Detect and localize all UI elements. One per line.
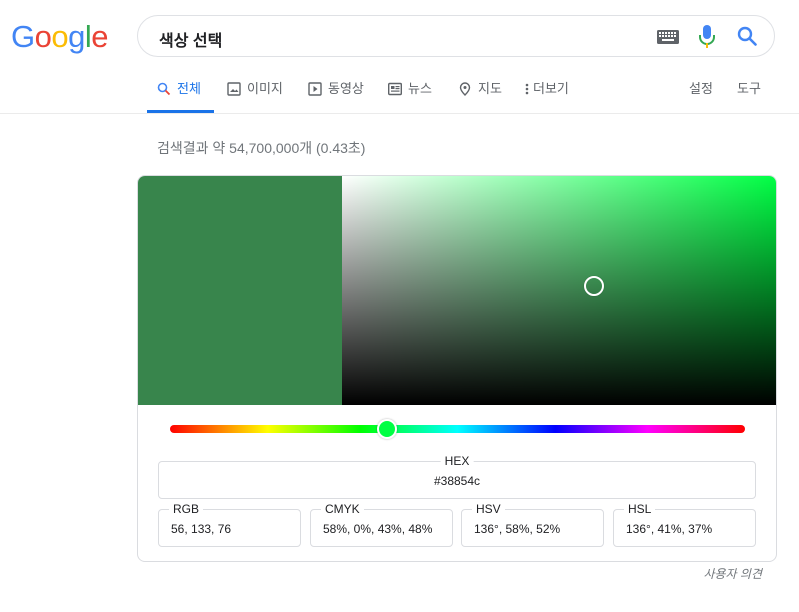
tab-label: 지도 bbox=[478, 81, 502, 96]
color-picker-card: HEX #38854c RGB 56, 133, 76 CMYK 58%, 0%… bbox=[137, 175, 777, 562]
result-stats: 검색결과 약 54,700,000개 (0.43초) bbox=[157, 140, 366, 156]
cmyk-input[interactable]: 58%, 0%, 43%, 48% bbox=[323, 522, 432, 536]
mic-icon[interactable] bbox=[699, 25, 715, 49]
value-gradient bbox=[342, 176, 776, 405]
tab-label: 더보기 bbox=[533, 81, 569, 96]
header-divider bbox=[0, 113, 799, 114]
saturation-handle[interactable] bbox=[584, 276, 604, 296]
hsv-label: HSV bbox=[472, 503, 505, 516]
tools-label: 도구 bbox=[737, 81, 761, 96]
video-icon bbox=[308, 82, 322, 96]
tab-label: 뉴스 bbox=[408, 81, 432, 96]
hue-handle[interactable] bbox=[377, 419, 397, 439]
tab-videos[interactable]: 동영상 bbox=[308, 79, 364, 113]
tools-link[interactable]: 도구 bbox=[737, 79, 761, 113]
settings-label: 설정 bbox=[689, 81, 713, 96]
search-box[interactable]: 색상 선택 bbox=[137, 15, 775, 57]
saturation-value-area[interactable] bbox=[342, 176, 776, 405]
feedback-link[interactable]: 사용자 의견 bbox=[703, 565, 762, 582]
tab-label: 동영상 bbox=[328, 81, 364, 96]
color-preview bbox=[138, 176, 342, 405]
hex-field[interactable]: HEX #38854c bbox=[158, 455, 756, 499]
google-logo[interactable]: Google bbox=[11, 19, 109, 55]
search-input[interactable]: 색상 선택 bbox=[159, 27, 222, 51]
tab-label: 전체 bbox=[177, 81, 201, 96]
search-icon[interactable] bbox=[737, 26, 757, 46]
tab-news[interactable]: 뉴스 bbox=[388, 79, 432, 113]
tab-more[interactable]: 더보기 bbox=[524, 79, 569, 113]
logo-letter: G bbox=[11, 19, 35, 54]
hsv-field[interactable]: HSV 136°, 58%, 52% bbox=[461, 503, 604, 547]
cmyk-label: CMYK bbox=[321, 503, 364, 516]
tab-maps[interactable]: 지도 bbox=[458, 79, 502, 113]
hsv-input[interactable]: 136°, 58%, 52% bbox=[474, 522, 560, 536]
news-icon bbox=[388, 82, 402, 96]
hex-label: HEX bbox=[440, 455, 474, 468]
keyboard-icon[interactable] bbox=[657, 30, 679, 44]
cmyk-field[interactable]: CMYK 58%, 0%, 43%, 48% bbox=[310, 503, 453, 547]
logo-letter: o bbox=[34, 19, 52, 54]
tab-label: 이미지 bbox=[247, 81, 283, 96]
pin-icon bbox=[459, 82, 471, 96]
more-vert-icon bbox=[525, 83, 529, 95]
hue-slider[interactable] bbox=[170, 425, 745, 433]
logo-letter: o bbox=[51, 19, 69, 54]
rgb-field[interactable]: RGB 56, 133, 76 bbox=[158, 503, 301, 547]
logo-letter: e bbox=[91, 19, 109, 54]
logo-letter: g bbox=[68, 19, 85, 54]
image-icon bbox=[227, 82, 241, 96]
hex-input[interactable]: #38854c bbox=[159, 474, 755, 488]
tab-images[interactable]: 이미지 bbox=[227, 79, 283, 113]
hsl-label: HSL bbox=[624, 503, 656, 516]
hsl-input[interactable]: 136°, 41%, 37% bbox=[626, 522, 712, 536]
rgb-label: RGB bbox=[169, 503, 204, 516]
settings-link[interactable]: 설정 bbox=[689, 79, 713, 113]
tab-all[interactable]: 전체 bbox=[157, 79, 201, 113]
rgb-input[interactable]: 56, 133, 76 bbox=[171, 522, 231, 536]
search-tabs: 전체 이미지 동영상 뉴스 지도 더보기 설정 도구 bbox=[0, 79, 799, 113]
hsl-field[interactable]: HSL 136°, 41%, 37% bbox=[613, 503, 756, 547]
search-icon bbox=[157, 82, 171, 96]
